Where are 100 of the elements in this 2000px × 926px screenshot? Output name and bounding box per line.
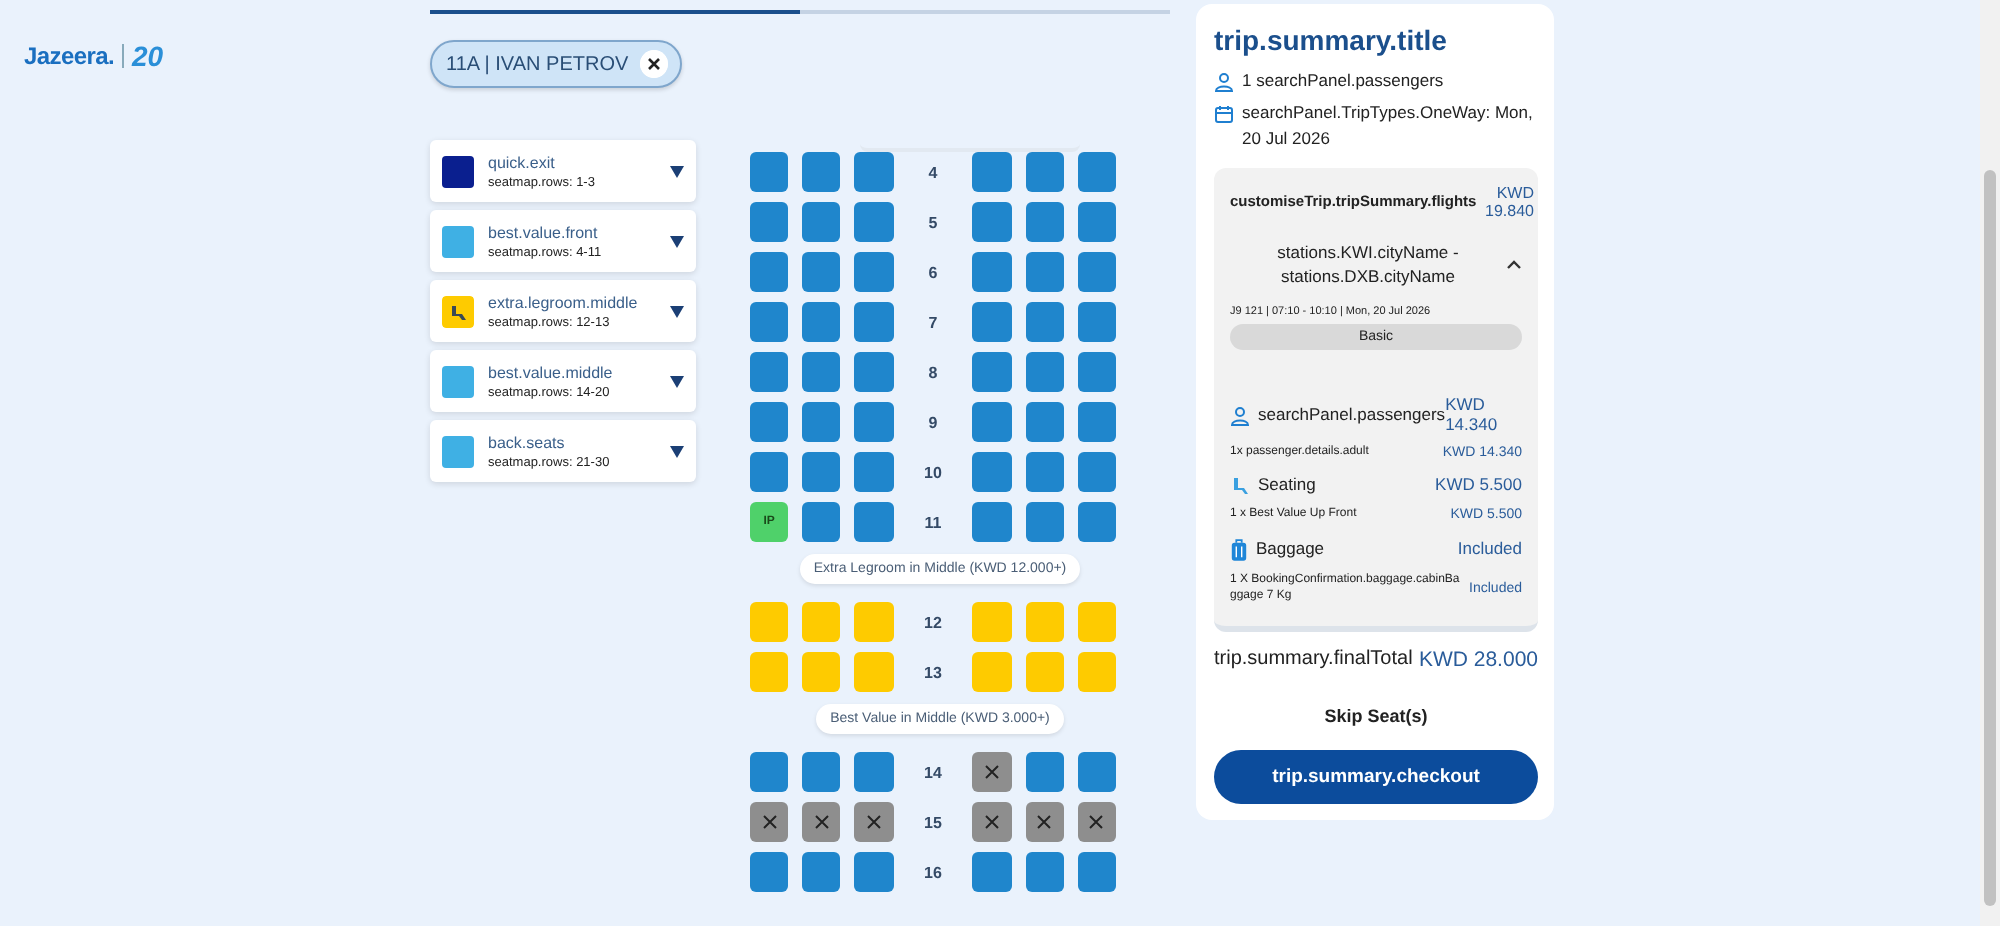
anniversary-logo: 20 xyxy=(131,40,164,72)
row-number: 15 xyxy=(922,813,944,831)
fee-amount: Included xyxy=(1457,538,1522,558)
cross-icon xyxy=(865,814,882,830)
occupied-seat[interactable] xyxy=(802,802,841,842)
cross-icon xyxy=(813,814,830,830)
chevron-up-icon[interactable] xyxy=(1506,258,1522,270)
cross-icon xyxy=(1036,814,1053,830)
route-name: stations.KWI.cityName - stations.DXB.cityName xyxy=(1275,240,1461,288)
seat[interactable] xyxy=(1025,352,1064,392)
row-number: 4 xyxy=(926,163,940,181)
seat[interactable] xyxy=(802,352,841,392)
seat[interactable] xyxy=(750,402,789,442)
seat[interactable] xyxy=(750,252,789,292)
seat[interactable] xyxy=(802,452,841,492)
seat[interactable] xyxy=(1025,202,1064,242)
fee-label: Seating xyxy=(1258,474,1316,494)
cross-icon xyxy=(984,814,1001,830)
suitcase-icon xyxy=(1230,538,1248,562)
cross-icon xyxy=(1088,814,1105,830)
row-number: 11 xyxy=(922,513,944,531)
seat[interactable] xyxy=(1025,752,1064,792)
category-title: best.value.middle xyxy=(488,363,615,381)
seat[interactable] xyxy=(802,302,841,342)
brand-logo[interactable]: Jazeera. xyxy=(24,42,114,70)
skip-seats-button[interactable]: Skip Seat(s) xyxy=(1312,704,1440,728)
row-number: 9 xyxy=(926,413,940,431)
seat[interactable] xyxy=(1077,752,1117,792)
occupied-seat[interactable] xyxy=(1077,802,1117,842)
row-number: 5 xyxy=(926,213,940,231)
seat[interactable] xyxy=(1077,852,1117,892)
total-amount: KWD 28.000 xyxy=(1418,648,1538,672)
seat[interactable] xyxy=(802,752,841,792)
row-number: 12 xyxy=(922,613,944,631)
row-number: 14 xyxy=(922,763,944,781)
seat[interactable] xyxy=(750,302,789,342)
seat[interactable] xyxy=(1077,352,1117,392)
seat[interactable] xyxy=(1025,152,1064,192)
summary-title: trip.summary.title xyxy=(1214,24,1449,56)
row-number: 6 xyxy=(926,263,940,281)
caret-icon[interactable] xyxy=(670,235,684,247)
caret-icon[interactable] xyxy=(670,305,684,317)
occupied-seat[interactable] xyxy=(750,802,789,842)
seat[interactable] xyxy=(1025,302,1064,342)
row-number: 10 xyxy=(922,463,944,481)
total-label: trip.summary.finalTotal xyxy=(1214,648,1413,672)
calendar-icon xyxy=(1214,104,1234,124)
seat[interactable] xyxy=(1077,402,1117,442)
category-title: extra.legroom.middle xyxy=(488,293,640,311)
flight-price: KWD 19.840 xyxy=(1483,184,1534,220)
fee-label: Baggage xyxy=(1256,538,1325,558)
checkout-button[interactable]: trip.summary.checkout xyxy=(1214,750,1538,804)
caret-icon[interactable] xyxy=(670,445,684,457)
seat[interactable] xyxy=(1025,502,1064,542)
seat[interactable] xyxy=(1077,452,1117,492)
passenger-chip[interactable]: 11A | IVAN PETROV xyxy=(430,40,683,88)
seat[interactable] xyxy=(1025,252,1064,292)
seat[interactable] xyxy=(750,202,789,242)
seat[interactable] xyxy=(1025,402,1064,442)
seat[interactable] xyxy=(1077,152,1117,192)
occupied-seat[interactable] xyxy=(972,802,1012,842)
cross-icon xyxy=(761,814,778,830)
seat[interactable] xyxy=(1025,852,1064,892)
row-number: 8 xyxy=(926,363,940,381)
fee-amount: KWD 14.340 xyxy=(1445,394,1500,434)
seat[interactable] xyxy=(1025,452,1064,492)
caret-icon[interactable] xyxy=(670,165,684,177)
cross-icon xyxy=(984,764,1001,780)
seat[interactable] xyxy=(750,152,789,192)
seat[interactable] xyxy=(1077,202,1117,242)
seat[interactable] xyxy=(802,502,841,542)
seat[interactable] xyxy=(802,252,841,292)
category-title: best.value.front xyxy=(488,223,600,241)
occupied-seat[interactable] xyxy=(972,752,1012,792)
seat[interactable] xyxy=(750,752,789,792)
fee-amount: KWD 5.500 xyxy=(1435,474,1522,494)
person-icon xyxy=(1214,72,1234,92)
row-number: 13 xyxy=(922,663,944,681)
seat[interactable] xyxy=(1077,302,1117,342)
fee-label: searchPanel.passengers xyxy=(1258,404,1446,424)
row-number: 7 xyxy=(926,313,940,331)
person-icon xyxy=(1230,406,1250,426)
seat[interactable] xyxy=(802,852,841,892)
row-number: 16 xyxy=(922,863,944,881)
close-icon[interactable] xyxy=(640,50,669,78)
seat-icon xyxy=(1230,476,1250,496)
seat[interactable] xyxy=(802,202,841,242)
category-title: quick.exit xyxy=(488,153,557,171)
passenger-count: 1 searchPanel.passengers xyxy=(1242,68,1444,94)
seat[interactable] xyxy=(802,402,841,442)
seat[interactable] xyxy=(802,152,841,192)
occupied-seat[interactable] xyxy=(854,802,894,842)
caret-icon[interactable] xyxy=(670,375,684,387)
seat[interactable] xyxy=(1077,252,1117,292)
occupied-seat[interactable] xyxy=(1025,802,1064,842)
scrollbar[interactable] xyxy=(1984,170,1996,906)
seat[interactable] xyxy=(750,452,789,492)
seat[interactable] xyxy=(750,852,789,892)
seat[interactable] xyxy=(1077,502,1117,542)
seat[interactable] xyxy=(750,352,789,392)
